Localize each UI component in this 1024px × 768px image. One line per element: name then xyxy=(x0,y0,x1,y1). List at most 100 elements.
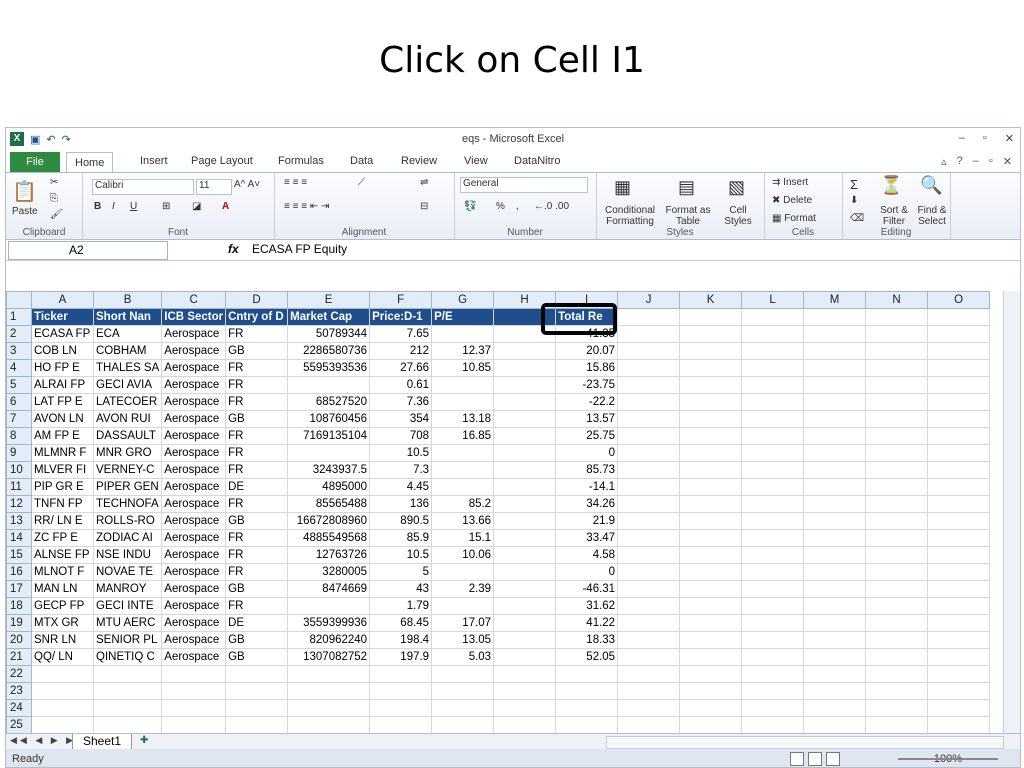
row-header[interactable]: 23 xyxy=(6,682,32,700)
tab-formulas[interactable]: Formulas xyxy=(278,155,324,167)
cell-g13[interactable]: 13.66 xyxy=(431,512,495,530)
cell-h21[interactable] xyxy=(493,648,557,666)
cell-b23[interactable] xyxy=(92,682,163,700)
cell-d18[interactable]: FR xyxy=(225,597,289,615)
font-size-select[interactable]: 11 xyxy=(196,179,232,195)
cell-h14[interactable] xyxy=(493,529,557,547)
cell-m8[interactable] xyxy=(803,427,867,445)
cell-o2[interactable] xyxy=(927,325,991,343)
cell-i7[interactable]: 13.57 xyxy=(555,410,619,428)
cell-j4[interactable] xyxy=(617,359,681,377)
cell-e6[interactable]: 68527520 xyxy=(287,393,371,411)
cell-j10[interactable] xyxy=(617,461,681,479)
cell-c11[interactable]: Aerospace xyxy=(161,478,227,496)
cell-j24[interactable] xyxy=(617,699,681,717)
row-header[interactable]: 2 xyxy=(6,325,32,343)
minimize-icon[interactable]: – xyxy=(959,132,965,145)
cell-g21[interactable]: 5.03 xyxy=(431,648,495,666)
cell-h6[interactable] xyxy=(493,393,557,411)
cell-a18[interactable]: GECP FP xyxy=(31,597,94,615)
cell-c4[interactable]: Aerospace xyxy=(161,359,227,377)
cell-d2[interactable]: FR xyxy=(225,325,289,343)
cell-e11[interactable]: 4895000 xyxy=(287,478,371,496)
cell-k3[interactable] xyxy=(679,342,743,360)
cell-j25[interactable] xyxy=(617,716,681,733)
cell-o18[interactable] xyxy=(927,597,991,615)
cell-b16[interactable]: NOVAE TE xyxy=(92,563,163,581)
cell-o12[interactable] xyxy=(927,495,991,513)
cell-f20[interactable]: 198.4 xyxy=(369,631,433,649)
find-select-icon[interactable]: 🔍 xyxy=(920,175,942,196)
row-header[interactable]: 4 xyxy=(6,359,32,377)
cell-k1[interactable] xyxy=(679,308,743,326)
row-header[interactable]: 15 xyxy=(6,546,32,564)
column-header-k[interactable]: K xyxy=(679,291,743,309)
cell-i3[interactable]: 20.07 xyxy=(555,342,619,360)
cell-i20[interactable]: 18.33 xyxy=(555,631,619,649)
cell-e18[interactable] xyxy=(287,597,371,615)
cell-l1[interactable] xyxy=(741,308,805,326)
tab-home[interactable]: Home xyxy=(66,152,114,173)
cell-k12[interactable] xyxy=(679,495,743,513)
cell-g25[interactable] xyxy=(431,716,495,733)
cell-l2[interactable] xyxy=(741,325,805,343)
cell-a13[interactable]: RR/ LN E xyxy=(31,512,94,530)
cell-a23[interactable] xyxy=(31,682,94,700)
cell-f16[interactable]: 5 xyxy=(369,563,433,581)
cell-g9[interactable] xyxy=(431,444,495,462)
vertical-scrollbar[interactable] xyxy=(1003,291,1020,733)
cell-g14[interactable]: 15.1 xyxy=(431,529,495,547)
cell-d16[interactable]: FR xyxy=(225,563,289,581)
cell-n22[interactable] xyxy=(865,665,929,683)
cell-g17[interactable]: 2.39 xyxy=(431,580,495,598)
cell-i14[interactable]: 33.47 xyxy=(555,529,619,547)
cell-m23[interactable] xyxy=(803,682,867,700)
number-format-select[interactable]: General xyxy=(460,177,588,193)
cell-h3[interactable] xyxy=(493,342,557,360)
cell-a16[interactable]: MLNOT F xyxy=(31,563,94,581)
fx-icon[interactable]: fx xyxy=(228,242,239,256)
cell-styles-button[interactable]: Cell Styles xyxy=(716,205,760,227)
cell-g16[interactable] xyxy=(431,563,495,581)
cell-j13[interactable] xyxy=(617,512,681,530)
cell-e23[interactable] xyxy=(287,682,371,700)
cell-m17[interactable] xyxy=(803,580,867,598)
italic-button[interactable]: I xyxy=(112,201,115,212)
cell-c3[interactable]: Aerospace xyxy=(161,342,227,360)
cell-l22[interactable] xyxy=(741,665,805,683)
cell-c2[interactable]: Aerospace xyxy=(161,325,227,343)
cell-o7[interactable] xyxy=(927,410,991,428)
cell-e3[interactable]: 2286580736 xyxy=(287,342,371,360)
cell-b20[interactable]: SENIOR PL xyxy=(92,631,163,649)
delete-cells-button[interactable]: ✖ Delete xyxy=(772,195,812,206)
cell-j6[interactable] xyxy=(617,393,681,411)
cell-d21[interactable]: GB xyxy=(225,648,289,666)
row-header[interactable]: 12 xyxy=(6,495,32,513)
cell-j17[interactable] xyxy=(617,580,681,598)
cell-d7[interactable]: GB xyxy=(225,410,289,428)
cell-a14[interactable]: ZC FP E xyxy=(31,529,94,547)
column-header-j[interactable]: J xyxy=(617,291,681,309)
cell-i16[interactable]: 0 xyxy=(555,563,619,581)
cell-o1[interactable] xyxy=(927,308,991,326)
tab-view[interactable]: View xyxy=(464,155,488,167)
cell-k6[interactable] xyxy=(679,393,743,411)
cell-m11[interactable] xyxy=(803,478,867,496)
cell-c13[interactable]: Aerospace xyxy=(161,512,227,530)
row-header[interactable]: 21 xyxy=(6,648,32,666)
column-header-g[interactable]: G xyxy=(431,291,495,309)
row-header[interactable]: 11 xyxy=(6,478,32,496)
cell-j16[interactable] xyxy=(617,563,681,581)
cell-c19[interactable]: Aerospace xyxy=(161,614,227,632)
cell-d13[interactable]: GB xyxy=(225,512,289,530)
cell-n2[interactable] xyxy=(865,325,929,343)
column-header-b[interactable]: B xyxy=(92,291,163,309)
cell-g15[interactable]: 10.06 xyxy=(431,546,495,564)
cell-c21[interactable]: Aerospace xyxy=(161,648,227,666)
cell-l25[interactable] xyxy=(741,716,805,733)
doc-minimize-icon[interactable]: – xyxy=(973,155,979,168)
cell-l19[interactable] xyxy=(741,614,805,632)
conditional-formatting-button[interactable]: Conditional Formatting xyxy=(600,205,660,227)
row-header[interactable]: 3 xyxy=(6,342,32,360)
cell-k5[interactable] xyxy=(679,376,743,394)
